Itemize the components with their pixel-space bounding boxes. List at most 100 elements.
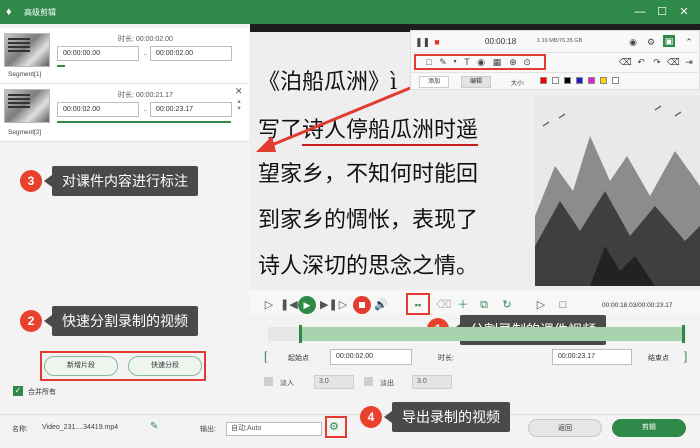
tab-edit[interactable]: 编辑 [461,76,491,88]
undo-icon[interactable]: ↶ [635,56,647,68]
app-logo-icon: ♦ [6,6,12,18]
eraser-icon[interactable]: ⌫ [619,56,632,68]
start-bracket-icon: [ [264,349,268,363]
timeline-track[interactable] [268,325,686,343]
new-segment-button[interactable]: 新增片段 [44,356,118,376]
cut-button[interactable]: 剪辑 [612,419,686,437]
maximize-icon[interactable]: ☐ [654,4,670,20]
segment-progress [57,121,231,123]
camera-icon[interactable]: ◉ [627,36,639,48]
callout-export: 导出录制的视频 [384,402,510,432]
segment-start-input[interactable]: 00:00:02.00 [57,102,139,117]
fade-in-label: 淡入 [280,380,294,387]
callout-quick-split: 快速分割录制的视频 [44,306,198,336]
callout-number-3: 3 [20,170,42,192]
name-label: 名称: [12,426,28,433]
exit-icon[interactable]: ⇥ [683,56,695,68]
reorder-arrows-icon[interactable]: ▲ ▼ [236,99,242,113]
highlight-box [406,293,430,315]
segment-end-input[interactable]: 00:00:02.00 [150,46,232,61]
start-label: 起始点 [288,355,309,362]
segment-duration: 时长: 00:00:21.17 [118,92,173,99]
fade-in-input[interactable]: 3.0 [314,375,354,389]
trim-start-handle[interactable] [299,325,302,343]
merge-all-checkbox[interactable]: ✓ [13,386,23,396]
add-icon[interactable]: ＋ [456,298,470,312]
file-name: Video_231....34419.mp4 [42,424,119,431]
time-readout: 00:00:18.03/00:00:23.17 [602,302,673,309]
timeline-selection [300,327,684,341]
minimize-icon[interactable]: — [632,4,648,20]
quick-split-button[interactable]: 快速分段 [128,356,202,376]
storage-usage: 1.19 MB/76.35 GB [537,38,583,44]
next-frame-icon[interactable]: ▶❚ [320,298,338,312]
collapse-icon[interactable]: ⌃ [683,36,695,48]
highlight-box [325,416,347,438]
record-stop-button[interactable] [353,296,371,314]
mark-in-icon[interactable]: ▷ [534,298,548,312]
window-title: 高级剪辑 [24,8,56,17]
segment-label: Segment[1] [8,71,42,78]
callout-annotate: 对课件内容进行标注 [44,166,198,196]
segment-progress [57,65,65,67]
redo-icon[interactable]: ↷ [651,56,663,68]
segment-item-2[interactable]: Segment[2] 时长: 00:00:21.17 00:00:02.00 -… [0,84,249,142]
color-swatch[interactable] [612,77,619,84]
fade-in-checkbox[interactable] [264,377,273,386]
mark-out-icon[interactable]: □ [556,298,570,312]
trim-end-input[interactable]: 00:00:23.17 [552,349,632,365]
skip-end-icon[interactable]: ▷ [336,298,350,312]
back-button[interactable]: 返回 [528,419,602,437]
trim-start-input[interactable]: 00:00:02.00 [330,349,412,365]
close-icon[interactable]: ✕ [676,4,692,20]
color-swatch[interactable] [576,77,583,84]
reset-icon[interactable]: ↻ [500,298,514,312]
segment-label: Segment[2] [8,129,42,136]
fade-out-label: 淡出 [380,380,394,387]
delete-segment-icon[interactable]: ✕ [235,86,243,97]
color-swatch[interactable] [588,77,595,84]
range-dash: - [144,50,147,59]
segment-thumbnail [4,89,50,123]
delete-icon[interactable]: ⌫ [436,298,452,312]
callout-number-2: 2 [20,310,42,332]
trim-row: [ 起始点 00:00:02.00 时长: 00:00:23.17 结束点 ] [262,349,694,365]
callout-number-4: 4 [360,406,382,428]
footer-bar: 名称: Video_231....34419.mp4 ✎ 输出: 自动;Auto… [0,414,700,448]
end-label: 结束点 [648,355,669,362]
color-swatch[interactable] [564,77,571,84]
fade-out-checkbox[interactable] [364,377,373,386]
range-dash: - [144,106,147,115]
trim-end-handle[interactable] [682,325,685,343]
color-swatch[interactable] [600,77,607,84]
segment-start-input[interactable]: 00:00:00.00 [57,46,139,61]
recording-bar: ❚❚ ■ 00:00:18 1.19 MB/76.35 GB ◉ ⚙ ▣ ⌃ [411,31,700,53]
fade-out-input[interactable]: 3.0 [412,375,452,389]
edit-name-icon[interactable]: ✎ [150,421,158,432]
duration-label: 时长: [438,355,454,362]
recording-time: 00:00:18 [485,37,517,46]
settings-icon[interactable]: ⚙ [645,36,657,48]
size-label: 大小: [511,81,525,87]
merge-all-label: 合并所有 [28,389,56,396]
play-button[interactable]: ▶ [298,296,316,314]
prev-frame-icon[interactable]: ❚◀ [280,298,298,312]
pause-icon[interactable]: ❚❚ [415,36,430,48]
stop-icon[interactable]: ■ [431,36,443,48]
tab-add[interactable]: 添加 [419,76,449,88]
segment-item-1[interactable]: Segment[1] 时长: 00:00:02.00 00:00:00.00 -… [0,28,249,84]
color-swatch[interactable] [552,77,559,84]
output-select[interactable]: 自动;Auto [226,422,322,436]
color-swatch[interactable] [540,77,547,84]
toolbox-icon[interactable]: ▣ [663,35,675,47]
segment-thumbnail [4,33,50,67]
play-start-icon[interactable]: ▷ [262,298,276,312]
segment-end-input[interactable]: 00:00:23.17 [150,102,232,117]
trash-icon[interactable]: ⌫ [667,56,680,68]
volume-icon[interactable]: 🔊 [374,298,388,312]
segment-duration: 时长: 00:00:02.00 [118,36,173,43]
end-bracket-icon: ] [684,349,688,363]
title-bar: ♦ 高级剪辑 — ☐ ✕ [0,0,700,24]
copy-icon[interactable]: ⧉ [477,298,491,312]
highlight-box [414,54,546,70]
